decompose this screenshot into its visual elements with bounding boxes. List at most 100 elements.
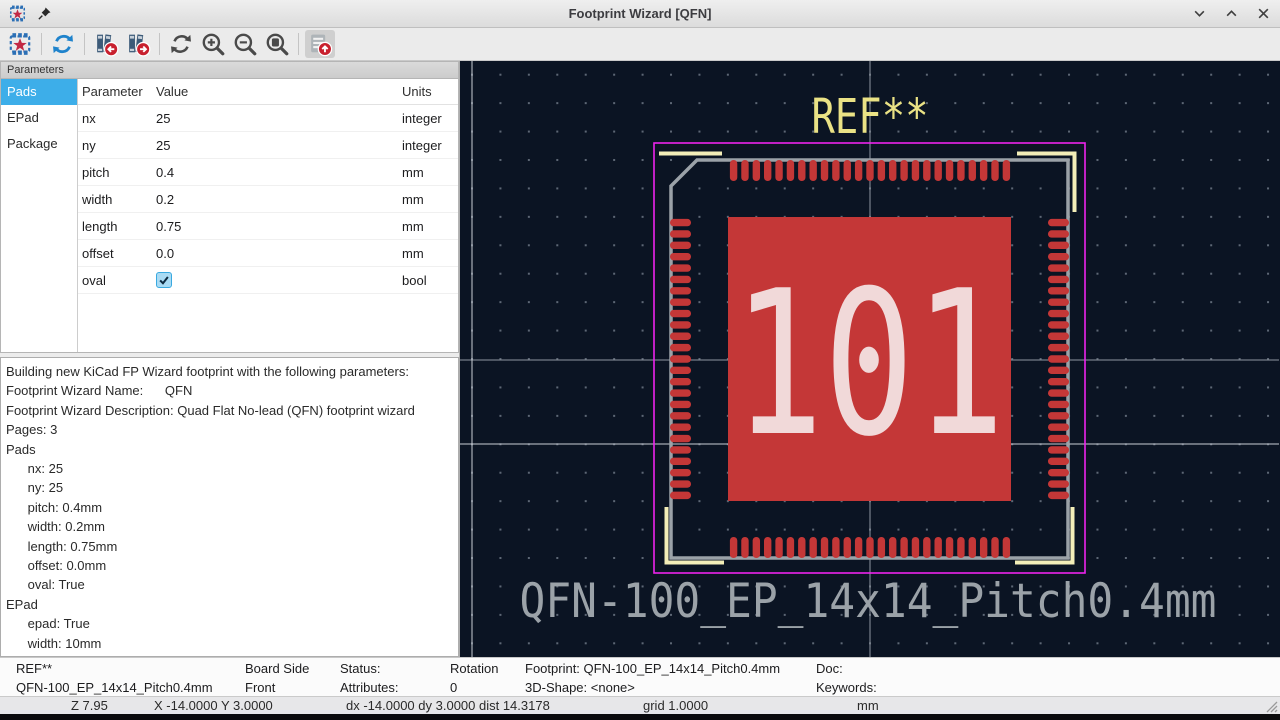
pad	[670, 264, 691, 271]
parameter-row-ny: ny25integer	[78, 132, 458, 159]
pad	[787, 537, 794, 558]
rotation-label: Rotation	[450, 661, 498, 676]
pad	[670, 423, 691, 430]
pad	[670, 412, 691, 419]
redraw-view-button[interactable]	[166, 30, 196, 58]
column-header-value: Value	[156, 84, 188, 99]
keywords-label: Keywords:	[816, 680, 877, 695]
previous-page-button[interactable]	[91, 30, 121, 58]
pad	[670, 287, 691, 294]
cursor-readout: X -14.0000 Y 3.0000	[154, 698, 273, 713]
page-list-item-package[interactable]: Package	[1, 131, 77, 157]
resize-grip[interactable]	[1264, 699, 1278, 713]
pad	[1048, 389, 1069, 396]
pad	[670, 480, 691, 487]
toolbar-separator	[41, 33, 42, 55]
parameter-value[interactable]: 0.2	[156, 192, 174, 207]
grid-readout: grid 1.0000	[643, 698, 708, 713]
pad	[946, 537, 953, 558]
pad	[1048, 355, 1069, 362]
parameter-row-oval: ovalbool	[78, 267, 458, 294]
pad	[764, 537, 771, 558]
board-side-value: Front	[245, 680, 275, 695]
parameter-units: mm	[402, 246, 424, 261]
pad	[1048, 446, 1069, 453]
pad	[787, 160, 794, 181]
parameter-name: ny	[82, 138, 96, 153]
close-button[interactable]	[1254, 5, 1272, 23]
parameter-value[interactable]: 25	[156, 111, 170, 126]
window-title: Footprint Wizard [QFN]	[0, 6, 1280, 21]
parameter-value[interactable]: 0.75	[156, 219, 181, 234]
wizard-log-output[interactable]: Building new KiCad FP Wizard footprint w…	[0, 357, 459, 657]
pad	[900, 160, 907, 181]
page-list-item-pads[interactable]: Pads	[1, 79, 77, 105]
minimize-button[interactable]	[1190, 5, 1208, 23]
parameter-name: length	[82, 219, 117, 234]
pad	[912, 537, 919, 558]
toolbar-separator	[298, 33, 299, 55]
pad	[844, 537, 851, 558]
parameter-value[interactable]	[156, 272, 172, 288]
parameter-row-length: length0.75mm	[78, 213, 458, 240]
pad	[969, 537, 976, 558]
units-readout: mm	[857, 698, 879, 713]
parameter-units: mm	[402, 165, 424, 180]
parameter-value[interactable]: 0.0	[156, 246, 174, 261]
footprint-field: Footprint: QFN-100_EP_14x14_Pitch0.4mm	[525, 661, 780, 676]
pad	[1048, 219, 1069, 226]
pad	[730, 537, 737, 558]
pad	[969, 160, 976, 181]
parameter-value[interactable]: 0.4	[156, 165, 174, 180]
footprint-name-text: QFN-100_EP_14x14_Pitch0.4mm	[520, 574, 1217, 629]
rotation-value: 0	[450, 680, 457, 695]
toolbar-separator	[84, 33, 85, 55]
footprint-preview-canvas[interactable]: REF** 101 QFN-100_EP_14x14_Pitch0.4mm	[460, 61, 1280, 657]
pad	[775, 160, 782, 181]
zoom-out-button[interactable]	[230, 30, 260, 58]
column-header-parameter: Parameter	[82, 84, 143, 99]
pad	[1048, 480, 1069, 487]
parameter-name: pitch	[82, 165, 109, 180]
pad	[934, 160, 941, 181]
pad	[889, 537, 896, 558]
zoom-fit-button[interactable]	[262, 30, 292, 58]
parameter-value[interactable]: 25	[156, 138, 170, 153]
parameters-panel: Parameters PadsEPadPackage Parameter Val…	[0, 61, 460, 657]
status-footprint-name: QFN-100_EP_14x14_Pitch0.4mm	[16, 680, 213, 695]
update-footprint-button[interactable]	[48, 30, 78, 58]
maximize-button[interactable]	[1222, 5, 1240, 23]
pad	[670, 276, 691, 283]
oval-checkbox[interactable]	[156, 272, 172, 288]
pad	[670, 298, 691, 305]
reference-text: REF**	[812, 89, 929, 145]
pad	[775, 537, 782, 558]
pad	[1048, 242, 1069, 249]
pad	[1048, 492, 1069, 499]
pad	[991, 160, 998, 181]
title-bar: Footprint Wizard [QFN]	[0, 0, 1280, 28]
pad	[878, 160, 885, 181]
pad	[889, 160, 896, 181]
pad	[855, 537, 862, 558]
parameter-row-nx: nx25integer	[78, 105, 458, 132]
pad	[1048, 412, 1069, 419]
zoom-in-button[interactable]	[198, 30, 228, 58]
pad	[798, 537, 805, 558]
pad	[1048, 435, 1069, 442]
status-panel: REF** QFN-100_EP_14x14_Pitch0.4mm Board …	[0, 657, 1280, 696]
delta-readout: dx -14.0000 dy 3.0000 dist 14.3178	[346, 698, 550, 713]
pad	[832, 160, 839, 181]
pad	[670, 492, 691, 499]
parameter-name: width	[82, 192, 112, 207]
export-footprint-button[interactable]	[305, 30, 335, 58]
pad	[1048, 378, 1069, 385]
pad	[670, 401, 691, 408]
page-list-item-epad[interactable]: EPad	[1, 105, 77, 131]
next-page-button[interactable]	[123, 30, 153, 58]
parameter-table-header: Parameter Value Units	[78, 79, 458, 105]
select-wizard-button[interactable]	[5, 30, 35, 58]
epad-number-text: 101	[733, 248, 1005, 481]
window-bottom-edge	[0, 714, 1280, 720]
pad	[912, 160, 919, 181]
